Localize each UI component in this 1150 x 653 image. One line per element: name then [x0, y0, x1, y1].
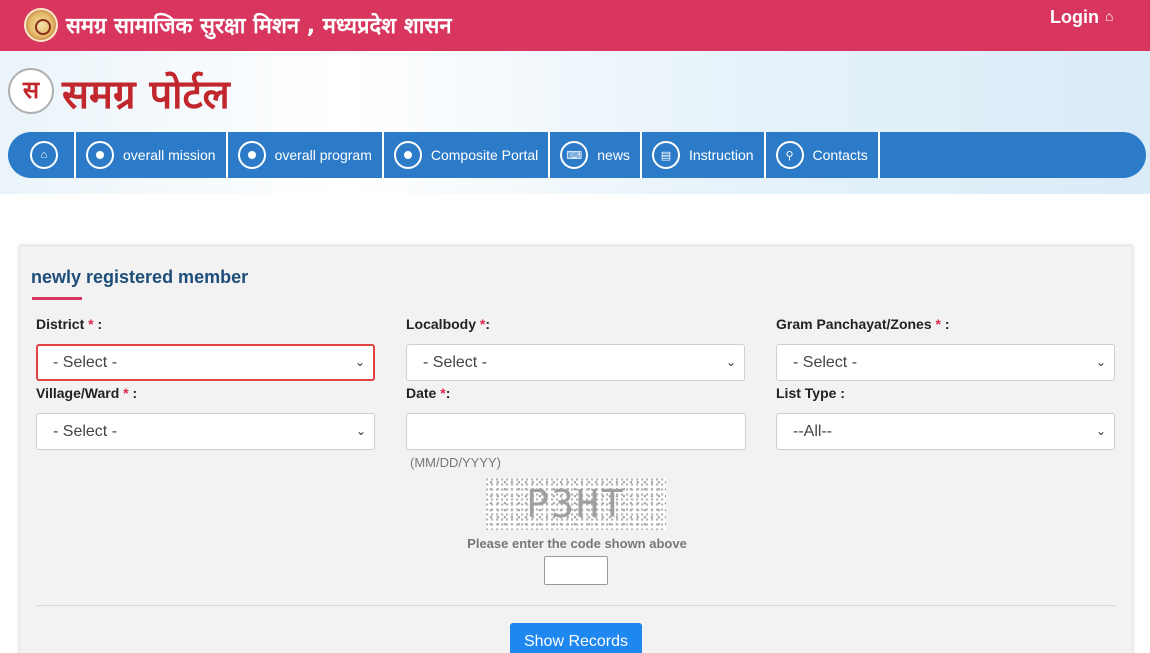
list-icon: ▤ — [651, 141, 680, 169]
nav-home[interactable]: ⌂ — [8, 132, 76, 178]
localbody-label: Localbody *: — [406, 316, 491, 332]
globe-icon — [86, 141, 114, 169]
globe-icon — [393, 141, 422, 169]
header-band: स समग्र पोर्टल ⌂ overall mission overall… — [0, 51, 1150, 194]
nav-news[interactable]: ⌨ news — [550, 132, 642, 178]
chevron-down-icon: ⌄ — [354, 355, 365, 369]
map-marker-icon: ⚲ — [775, 141, 804, 169]
localbody-value: - Select - — [423, 354, 488, 371]
portal-title: समग्र पोर्टल — [62, 71, 230, 118]
nav-contacts[interactable]: ⚲ Contacts — [766, 132, 880, 178]
keyboard-icon: ⌨ — [560, 141, 589, 169]
top-bar: समग्र सामाजिक सुरक्षा मिशन , मध्यप्रदेश … — [0, 0, 1150, 51]
main-nav: ⌂ overall mission overall program Compos… — [8, 132, 1146, 178]
show-records-button[interactable]: Show Records — [510, 623, 642, 653]
district-select[interactable]: - Select - ⌄ — [36, 344, 375, 381]
list-type-value: --All-- — [793, 423, 833, 440]
nav-composite-portal[interactable]: Composite Portal — [384, 132, 551, 178]
chevron-down-icon: ⌄ — [1095, 424, 1106, 438]
date-label: Date *: — [406, 385, 451, 401]
panel-title: newly registered member — [31, 267, 249, 287]
nav-overall-mission[interactable]: overall mission — [76, 132, 228, 178]
divider — [36, 605, 1116, 606]
search-panel: newly registered member District * : - S… — [19, 245, 1133, 653]
gram-panchayat-value: - Select - — [793, 354, 858, 371]
nav-instruction[interactable]: ▤ Instruction — [642, 132, 766, 178]
gram-panchayat-select[interactable]: - Select - ⌄ — [776, 344, 1115, 381]
home-icon: ⌂ — [1104, 7, 1114, 24]
list-type-label: List Type : — [776, 385, 845, 401]
site-title: समग्र सामाजिक सुरक्षा मिशन , मध्यप्रदेश … — [66, 14, 452, 39]
nav-label: overall mission — [123, 147, 216, 163]
home-icon: ⌂ — [30, 141, 58, 169]
nav-label: news — [597, 147, 630, 163]
samagra-logo: स — [8, 68, 54, 114]
district-value: - Select - — [53, 354, 118, 371]
localbody-select[interactable]: - Select - ⌄ — [406, 344, 745, 381]
date-format-hint: (MM/DD/YYYY) — [410, 455, 501, 470]
chevron-down-icon: ⌄ — [1095, 355, 1106, 369]
captcha-image: P3HT — [486, 478, 666, 530]
list-type-select[interactable]: --All-- ⌄ — [776, 413, 1115, 450]
chevron-down-icon: ⌄ — [725, 355, 736, 369]
gram-panchayat-label: Gram Panchayat/Zones * : — [776, 316, 950, 332]
district-label: District * : — [36, 316, 103, 332]
nav-overall-program[interactable]: overall program — [228, 132, 384, 178]
login-link[interactable]: Login ⌂ — [1050, 7, 1113, 28]
title-underline — [32, 297, 82, 300]
nav-label: Composite Portal — [430, 147, 539, 163]
captcha-label: Please enter the code shown above — [467, 536, 687, 551]
login-label: Login — [1050, 7, 1099, 27]
village-label: Village/Ward * : — [36, 385, 138, 401]
date-input[interactable] — [406, 413, 746, 450]
captcha-input[interactable] — [544, 556, 608, 585]
globe-icon — [237, 141, 266, 169]
chevron-down-icon: ⌄ — [355, 424, 366, 438]
nav-label: Instruction — [688, 147, 754, 163]
village-select[interactable]: - Select - ⌄ — [36, 413, 375, 450]
mp-emblem-logo — [24, 8, 58, 42]
nav-label: overall program — [274, 147, 372, 163]
village-value: - Select - — [53, 423, 118, 440]
nav-label: Contacts — [812, 147, 868, 163]
